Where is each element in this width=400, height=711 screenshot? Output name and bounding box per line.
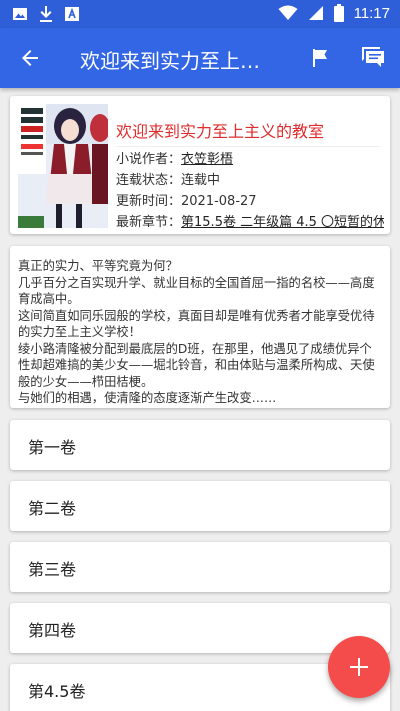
volume-item[interactable]: 第一卷 [10,420,390,470]
updated-label: 更新时间： [116,194,182,209]
battery-icon [333,4,344,22]
plus-icon [350,658,368,676]
add-button[interactable] [328,636,390,698]
app-bar: 欢迎来到实力至上主义的教室 [0,28,400,88]
description-line: 绫小路清隆被分配到最底层的D班，在那里，他遇见了成绩优异个性却超难搞的美少女——… [18,341,375,389]
volume-item[interactable]: 第二卷 [10,481,390,531]
volume-label: 第一卷 [28,438,77,457]
description-line: 与她们的相遇，使清隆的态度逐渐产生改变…… [18,391,277,405]
font-app-icon [65,7,79,21]
status-row: 连载状态：连载中 [116,169,384,188]
status-value: 连载中 [181,173,221,188]
wifi-icon [278,5,298,20]
clock: 11:17 [353,4,390,22]
chat-icon[interactable] [360,46,386,70]
description-line: 这间简直如同乐园般的学校，真面目却是唯有优秀者才能享受优待的实力至上主义学校！ [18,308,375,340]
volume-label: 第三卷 [28,560,77,579]
page-title: 欢迎来到实力至上主义的教室 [80,49,276,73]
signal-icon [308,6,323,20]
status-label: 连载状态： [116,173,182,188]
book-info-card: 欢迎来到实力至上主义的教室 小说作者：衣笠彰梧 连载状态：连载中 更新时间：20… [10,96,390,234]
flag-icon[interactable] [308,46,332,70]
volume-label: 第四卷 [28,621,77,640]
description-line: 几乎百分之百实现升学、就业目标的全国首屈一指的名校——高度育成高中。 [18,275,375,307]
book-title: 欢迎来到实力至上主义的教室 [116,118,380,147]
volume-item[interactable]: 第四卷 [10,603,390,653]
latest-chapter-link[interactable]: 第15.5卷 二年级篇 4.5 〇短暂的休 [181,215,384,230]
updated-value: 2021-08-27 [181,194,257,209]
volume-item[interactable]: 第三卷 [10,542,390,592]
download-icon [40,6,52,22]
author-row: 小说作者：衣笠彰梧 [116,148,384,167]
latest-chapter-label: 最新章节： [116,215,182,230]
description-line: 真正的实力、平等究竟为何？ [18,259,178,273]
author-link[interactable]: 衣笠彰梧 [181,152,233,167]
volume-label: 第二卷 [28,499,77,518]
latest-chapter-row: 最新章节：第15.5卷 二年级篇 4.5 〇短暂的休 [116,211,384,230]
volume-label: 第4.5卷 [28,682,86,701]
book-cover[interactable] [18,104,108,228]
image-icon [13,8,27,20]
description-card: 真正的实力、平等究竟为何？ 几乎百分之百实现升学、就业目标的全国首屈一指的名校—… [10,246,390,408]
updated-row: 更新时间：2021-08-27 [116,190,384,209]
status-bar: 11:17 [0,0,400,28]
arrow-back-icon[interactable] [18,46,42,70]
author-label: 小说作者： [116,152,182,167]
